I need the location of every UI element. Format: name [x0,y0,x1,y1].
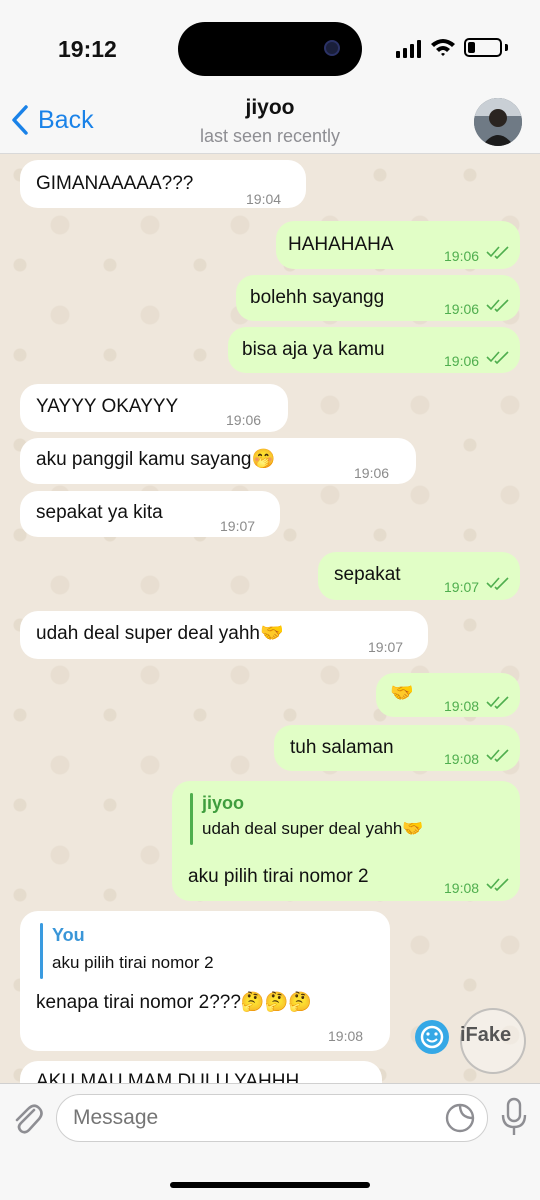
message-text: kenapa tirai nomor 2???🤔🤔🤔 [36,992,312,1013]
read-check-icon [486,246,509,259]
ifake-logo-icon [415,1020,449,1054]
status-time: 19:12 [58,36,117,62]
message-text: aku panggil kamu sayang🤭 [36,449,276,470]
message-bubble-incoming[interactable]: udah deal super deal yahh🤝 19:07 [20,611,428,659]
reply-quote-bar [40,923,43,979]
message-time: 19:06 [444,301,480,317]
message-bubble-incoming[interactable]: sepakat ya kita 19:07 [20,491,280,537]
message-bubble-outgoing[interactable]: tuh salaman 19:08 [274,725,520,771]
message-time: 19:06 [444,248,480,264]
read-check-icon [486,299,509,312]
reply-quoted-text: aku pilih tirai nomor 2 [52,953,214,972]
home-indicator[interactable] [170,1182,370,1188]
contact-avatar[interactable] [474,98,522,146]
message-time: 19:07 [368,639,404,655]
message-text: 🤝 [390,683,414,704]
message-bubble-outgoing[interactable]: 🤝 19:08 [376,673,520,717]
message-bubble-outgoing[interactable]: bisa aja ya kamu 19:06 [228,327,520,373]
reply-quote-bar [190,793,193,845]
message-input[interactable] [56,1094,488,1142]
message-bubble-outgoing[interactable]: sepakat 19:07 [318,552,520,600]
message-time: 19:08 [328,1028,364,1044]
watermark-text: iFake [460,1024,512,1046]
message-text: udah deal super deal yahh🤝 [36,623,284,644]
wifi-icon [431,39,455,56]
microphone-icon[interactable] [500,1096,528,1138]
message-bubble-incoming[interactable]: AKU MAU MAM DULU YAHHH [20,1061,382,1083]
message-time: 19:07 [444,579,480,595]
message-input-bar [0,1083,540,1200]
message-time: 19:06 [226,412,262,428]
message-time: 19:08 [444,880,480,896]
reply-sender: jiyoo [202,793,245,813]
reply-quoted-text: udah deal super deal yahh🤝 [202,819,424,838]
battery-icon [464,38,502,57]
message-bubble-incoming[interactable]: aku panggil kamu sayang🤭 19:06 [20,438,416,484]
read-check-icon [486,749,509,762]
message-text: AKU MAU MAM DULU YAHHH [36,1071,300,1083]
message-time: 19:06 [444,353,480,369]
read-check-icon [486,351,509,364]
message-text: bisa aja ya kamu [242,339,385,360]
message-bubble-incoming[interactable]: GIMANAAAAA??? 19:04 [20,160,306,208]
message-text: tuh salaman [290,737,394,758]
camera-icon [324,40,340,56]
message-text: sepakat [334,564,401,585]
message-time: 19:04 [246,191,282,207]
message-text: HAHAHAHA [288,234,394,255]
message-bubble-outgoing[interactable]: HAHAHAHA 19:06 [276,221,520,269]
contact-name[interactable]: jiyoo [0,96,540,120]
dynamic-island [178,22,362,76]
chat-header: Back jiyoo last seen recently [0,92,540,154]
message-bubble-outgoing-reply[interactable]: jiyoo udah deal super deal yahh🤝 aku pil… [172,781,520,901]
read-check-icon [486,696,509,709]
message-text: bolehh sayangg [250,287,385,308]
read-check-icon [486,878,509,891]
message-time: 19:08 [444,751,480,767]
chat-area[interactable]: GIMANAAAAA??? 19:04 HAHAHAHA 19:06 boleh… [0,155,540,1083]
message-time: 19:07 [220,518,256,534]
status-bar: 19:12 [0,0,540,92]
attachment-paperclip-icon[interactable] [10,1098,44,1138]
avatar-photo [474,98,522,146]
message-text: aku pilih tirai nomor 2 [188,866,369,887]
message-time: 19:08 [444,698,480,714]
message-text: GIMANAAAAA??? [36,173,194,194]
message-bubble-outgoing[interactable]: bolehh sayangg 19:06 [236,275,520,321]
message-bubble-incoming-reply[interactable]: You aku pilih tirai nomor 2 kenapa tirai… [20,911,390,1051]
read-check-icon [486,577,509,590]
sticker-icon[interactable] [444,1102,476,1134]
reply-sender: You [52,925,85,945]
contact-status: last seen recently [199,126,341,146]
message-text: YAYYY OKAYYY [36,396,179,417]
message-bubble-incoming[interactable]: YAYYY OKAYYY 19:06 [20,384,288,432]
cellular-signal-icon [396,40,421,58]
message-text: sepakat ya kita [36,502,163,523]
message-time: 19:06 [354,465,390,481]
